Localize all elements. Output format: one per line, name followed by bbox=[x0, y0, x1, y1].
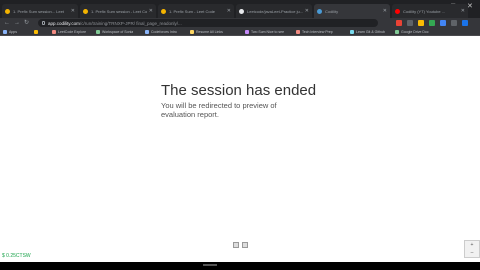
bookmark-item[interactable]: Apps bbox=[3, 29, 17, 35]
bookmark-item[interactable] bbox=[34, 29, 40, 35]
tab-title: Codility (YT) Youtube ... bbox=[403, 8, 446, 14]
tab-title: Leetcode/javaLeet-Practice ju... bbox=[247, 8, 303, 14]
bookmark-item[interactable]: Resume All Links bbox=[190, 29, 223, 35]
tab-favicon-icon bbox=[395, 8, 400, 14]
bookmark-label: Two Sum Nice to see bbox=[251, 30, 285, 34]
extension-icon[interactable] bbox=[451, 20, 457, 26]
bookmark-item[interactable]: Workspace of Sonia bbox=[96, 29, 133, 35]
bookmark-item[interactable]: Tech Interview Prep bbox=[296, 29, 333, 35]
bookmark-label: LeetCode Explore bbox=[58, 30, 87, 34]
tab-title: 1. Prefix Sum session - Leet Co bbox=[91, 8, 147, 14]
zoom-out-button[interactable]: – bbox=[471, 250, 474, 256]
tab-favicon-icon bbox=[161, 8, 166, 14]
address-host: app.codility.com bbox=[48, 20, 80, 26]
page-title: The session has ended bbox=[161, 82, 317, 99]
tab-3[interactable]: Leetcode/javaLeet-Practice ju... ✕ bbox=[236, 4, 312, 18]
forward-button[interactable]: → bbox=[14, 19, 20, 27]
tab-close-icon[interactable]: ✕ bbox=[383, 8, 387, 14]
extension-icon[interactable] bbox=[440, 20, 446, 26]
tab-title: 1. Prefix Sum session... Leet bbox=[13, 8, 64, 14]
tab-close-icon[interactable]: ✕ bbox=[149, 8, 153, 14]
bookmark-icon bbox=[34, 30, 38, 34]
back-button[interactable]: ← bbox=[4, 19, 10, 27]
bookmark-icon bbox=[52, 30, 56, 34]
bookmarks-bar: Apps LeetCode Explore Workspace of Sonia Co… bbox=[0, 28, 480, 36]
broken-image-icon bbox=[233, 242, 239, 248]
page-content: The session has ended You will be redire… bbox=[0, 36, 480, 262]
bookmark-item[interactable]: Learn Git & Github bbox=[350, 29, 385, 35]
bookmark-icon bbox=[395, 30, 399, 34]
broken-images bbox=[233, 242, 248, 248]
tab-title: 1. Prefix Sum - Leet Code bbox=[169, 8, 216, 14]
tab-close-icon[interactable]: ✕ bbox=[305, 8, 309, 14]
extension-icon[interactable] bbox=[462, 20, 468, 26]
bookmark-label: Google Drive Doc bbox=[401, 30, 429, 34]
redirect-message: You will be redirected to preview of eva… bbox=[161, 101, 277, 119]
extension-icon[interactable] bbox=[429, 20, 435, 26]
address-path: /c/run/training/TRNXP-JPR/ final_page_re… bbox=[79, 20, 182, 26]
bookmark-label: Workspace of Sonia bbox=[102, 30, 134, 34]
bookmark-item[interactable]: Codeforces Intro bbox=[145, 29, 177, 35]
extension-icon[interactable] bbox=[407, 20, 413, 26]
bookmark-label: Resume All Links bbox=[196, 30, 223, 34]
broken-image-icon bbox=[242, 242, 248, 248]
tab-2[interactable]: 1. Prefix Sum - Leet Code ✕ bbox=[158, 4, 234, 18]
tab-0[interactable]: 1. Prefix Sum session... Leet ✕ bbox=[2, 4, 78, 18]
bookmark-icon bbox=[190, 30, 194, 34]
bottom-indicator bbox=[203, 264, 217, 266]
bookmark-icon bbox=[296, 30, 300, 34]
tab-close-icon[interactable]: ✕ bbox=[71, 8, 75, 14]
tab-title: Codility bbox=[325, 8, 339, 14]
bookmark-label: Tech Interview Prep bbox=[302, 30, 333, 34]
bookmark-icon bbox=[96, 30, 100, 34]
bottom-bar bbox=[0, 262, 480, 270]
tab-favicon-icon bbox=[239, 8, 244, 14]
reload-button[interactable]: ↻ bbox=[24, 19, 29, 27]
tab-favicon-icon bbox=[83, 8, 88, 14]
extension-icon[interactable] bbox=[418, 20, 424, 26]
bookmark-item[interactable]: Two Sum Nice to see bbox=[245, 29, 284, 35]
browser-toolbar: ← → ↻ app.codility.com /c/run/training/T… bbox=[0, 18, 480, 28]
bookmark-label: Apps bbox=[9, 30, 17, 34]
extension-icon[interactable] bbox=[396, 20, 402, 26]
tab-5[interactable]: Codility (YT) Youtube ... ✕ bbox=[392, 4, 468, 18]
bookmark-item[interactable]: Google Drive Doc bbox=[395, 29, 429, 35]
bookmark-icon bbox=[245, 30, 249, 34]
zoom-in-button[interactable]: + bbox=[471, 242, 474, 248]
bookmark-icon bbox=[350, 30, 354, 34]
tab-favicon-icon bbox=[5, 8, 10, 14]
address-bar[interactable]: app.codility.com /c/run/training/TRNXP-J… bbox=[38, 19, 378, 27]
tab-favicon-icon bbox=[317, 8, 322, 14]
bookmark-item[interactable]: LeetCode Explore bbox=[52, 29, 86, 35]
zoom-control: + – bbox=[464, 240, 480, 258]
lock-icon bbox=[42, 21, 45, 25]
status-ticker: $ 0.25CTSW bbox=[2, 253, 31, 259]
bookmark-label: Codeforces Intro bbox=[151, 30, 177, 34]
bookmark-icon bbox=[145, 30, 149, 34]
tab-1[interactable]: 1. Prefix Sum session - Leet Co ✕ bbox=[80, 4, 156, 18]
tab-strip: + – □ ✕ 1. Prefix Sum session... Leet✕1.… bbox=[0, 0, 480, 18]
tab-4[interactable]: Codility ✕ bbox=[314, 4, 390, 18]
bookmark-label: Learn Git & Github bbox=[356, 30, 385, 34]
bookmark-icon bbox=[3, 30, 7, 34]
tab-close-icon[interactable]: ✕ bbox=[461, 8, 465, 14]
tab-close-icon[interactable]: ✕ bbox=[227, 8, 231, 14]
